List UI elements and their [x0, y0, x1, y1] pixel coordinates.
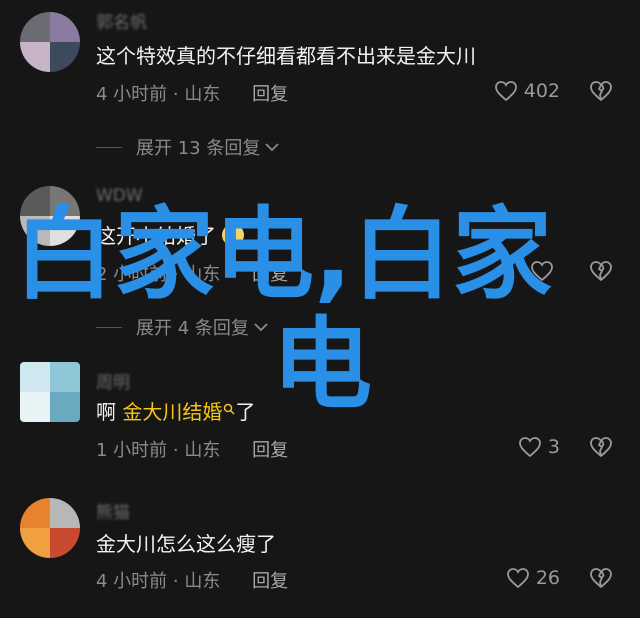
location: 山东	[184, 571, 221, 592]
avatar-pixel	[50, 392, 80, 422]
chevron-down-icon	[254, 323, 268, 332]
avatar[interactable]	[20, 362, 80, 422]
dislike-button[interactable]	[589, 260, 613, 282]
comment-meta: 4 小时前 · 山东 回复	[96, 84, 289, 105]
expand-label: 展开 4 条回复	[136, 318, 249, 339]
avatar-pixel	[50, 42, 80, 72]
comment-meta: 4 小时前 · 山东 回复	[96, 571, 289, 592]
timestamp: 4 小时前	[96, 571, 168, 592]
comment-text: 这个特效真的不仔细看都看不出来是金大川	[96, 44, 476, 68]
divider-line	[96, 326, 122, 328]
comment-text: 啊 金大川结婚了	[96, 396, 255, 425]
broken-heart-icon	[590, 261, 612, 281]
comment-4: 熊猫 金大川怎么这么瘦了 4 小时前 · 山东 回复 26	[0, 494, 640, 618]
avatar-pixel	[20, 42, 50, 72]
broken-heart-icon	[590, 568, 612, 588]
broken-heart-icon	[590, 437, 612, 457]
reply-button[interactable]: 回复	[252, 571, 288, 592]
watermark-line-1: 白家电,白家	[14, 196, 552, 313]
dislike-button[interactable]	[589, 80, 613, 102]
location: 山东	[184, 440, 221, 461]
avatar-pixel	[50, 12, 80, 42]
timestamp: 4 小时前	[96, 84, 168, 105]
heart-icon	[506, 568, 529, 589]
avatar-pixel	[50, 362, 80, 392]
divider-line	[96, 146, 122, 148]
watermark-line-2: 电	[272, 306, 372, 423]
username[interactable]: 熊猫	[96, 498, 130, 523]
comment-meta: 1 小时前 · 山东 回复	[96, 440, 289, 461]
heart-icon	[494, 81, 517, 102]
avatar-pixel	[20, 528, 50, 558]
comment-text-prefix: 啊	[96, 400, 123, 424]
reply-button[interactable]: 回复	[252, 84, 288, 105]
dislike-button[interactable]	[589, 436, 613, 458]
like-button[interactable]: 3	[518, 436, 560, 458]
comment-text: 金大川怎么这么瘦了	[96, 532, 276, 556]
avatar-pixel	[20, 498, 50, 528]
dislike-button[interactable]	[589, 567, 613, 589]
search-icon[interactable]	[223, 403, 235, 415]
reply-button[interactable]: 回复	[252, 440, 288, 461]
location: 山东	[184, 84, 221, 105]
username[interactable]: 周明	[96, 368, 130, 393]
comment-text-suffix: 了	[235, 400, 256, 424]
timestamp: 1 小时前	[96, 440, 168, 461]
like-count: 3	[547, 436, 560, 458]
like-count: 402	[523, 80, 560, 102]
search-link[interactable]: 金大川结婚	[122, 400, 222, 424]
avatar-pixel	[20, 12, 50, 42]
comment-1: 郭名帆 这个特效真的不仔细看都看不出来是金大川 4 小时前 · 山东 回复 40…	[0, 0, 640, 180]
broken-heart-icon	[590, 81, 612, 101]
expand-replies[interactable]: 展开 13 条回复	[96, 134, 280, 160]
expand-replies[interactable]: 展开 4 条回复	[96, 314, 269, 340]
avatar-pixel	[50, 498, 80, 528]
like-count: 26	[535, 567, 560, 589]
like-button[interactable]: 26	[506, 567, 560, 589]
avatar-pixel	[50, 528, 80, 558]
avatar[interactable]	[20, 498, 80, 558]
avatar-pixel	[20, 362, 50, 392]
avatar-pixel	[20, 392, 50, 422]
expand-label: 展开 13 条回复	[136, 138, 261, 159]
heart-icon	[519, 437, 541, 458]
username[interactable]: 郭名帆	[96, 8, 147, 33]
chevron-down-icon	[265, 143, 279, 152]
avatar[interactable]	[20, 12, 80, 72]
like-button[interactable]: 402	[494, 80, 560, 102]
